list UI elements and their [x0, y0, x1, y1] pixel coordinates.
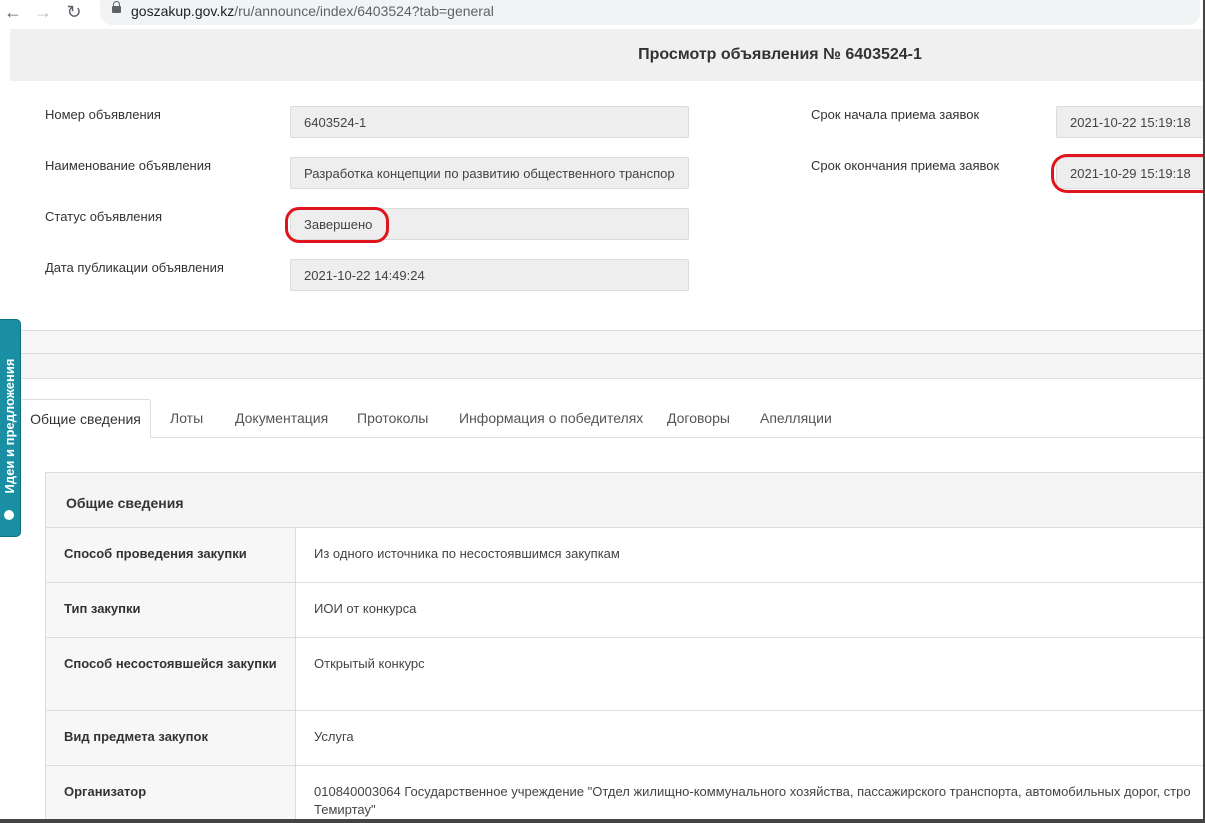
- row-label: Вид предмета закупок: [46, 711, 296, 765]
- announcement-status-field: Завершено: [290, 208, 689, 240]
- tab-contracts[interactable]: Договоры: [667, 410, 730, 426]
- tab-documentation[interactable]: Документация: [235, 410, 328, 426]
- divider: [20, 378, 1205, 379]
- forward-arrow-icon[interactable]: →: [33, 2, 53, 22]
- publication-date-label: Дата публикации объявления: [45, 260, 224, 275]
- row-label: Способ несостоявшейся закупки: [46, 638, 296, 710]
- organizer-line-2: Темиртау": [314, 802, 376, 817]
- table-row: Способ несостоявшейся закупки Открытый к…: [46, 638, 1205, 711]
- table-row: Организатор 010840003064 Государственное…: [46, 766, 1205, 822]
- url-host: goszakup.gov.kz: [131, 3, 235, 19]
- row-value: Открытый конкурс: [314, 656, 425, 671]
- row-value: ИОИ от конкурса: [314, 601, 417, 616]
- row-value: Услуга: [314, 729, 354, 744]
- separator-band: [20, 331, 1205, 355]
- panel-title: Общие сведения: [66, 495, 184, 511]
- announcement-number-label: Номер объявления: [45, 107, 161, 122]
- announcement-number-field: 6403524-1: [290, 106, 689, 138]
- bulb-icon: [4, 510, 14, 520]
- row-label: Организатор: [46, 766, 296, 822]
- tab-protocols[interactable]: Протоколы: [357, 410, 428, 426]
- tabs-underline: [20, 437, 1205, 438]
- panel-header: Общие сведения: [46, 473, 1205, 528]
- application-end-field: 2021-10-29 15:19:18: [1056, 157, 1205, 189]
- tab-appeals[interactable]: Апелляции: [760, 410, 832, 426]
- row-label: Способ проведения закупки: [46, 528, 296, 582]
- lock-icon: [112, 1, 121, 13]
- table-row: Тип закупки ИОИ от конкурса: [46, 583, 1205, 638]
- table-row: Способ проведения закупки Из одного исто…: [46, 528, 1205, 583]
- table-row: Вид предмета закупок Услуга: [46, 711, 1205, 766]
- application-start-label: Срок начала приема заявок: [811, 107, 980, 122]
- url-text[interactable]: goszakup.gov.kz/ru/announce/index/640352…: [131, 3, 494, 19]
- row-value: 010840003064 Государственное учреждение …: [314, 783, 1205, 819]
- publication-date-field: 2021-10-22 14:49:24: [290, 259, 689, 291]
- tab-general[interactable]: Общие сведения: [20, 399, 151, 438]
- page-title: Просмотр объявления № 6403524-1: [638, 46, 922, 63]
- announcement-name-field: Разработка концепции по развитию обществ…: [290, 157, 689, 189]
- ideas-feedback-label: Идеи и предложения: [2, 358, 17, 494]
- organizer-line-1: 010840003064 Государственное учреждение …: [314, 784, 1191, 799]
- general-info-panel: Общие сведения Способ проведения закупки…: [45, 472, 1205, 823]
- tab-lots[interactable]: Лоты: [170, 410, 203, 426]
- application-start-field: 2021-10-22 15:19:18: [1056, 106, 1205, 138]
- back-arrow-icon[interactable]: ←: [3, 2, 23, 22]
- announcement-name-label: Наименование объявления: [45, 158, 212, 173]
- row-label: Тип закупки: [46, 583, 296, 637]
- ideas-feedback-widget[interactable]: Идеи и предложения: [0, 320, 20, 536]
- application-end-label: Срок окончания приема заявок: [811, 158, 1000, 173]
- browser-toolbar: ← → ↻ goszakup.gov.kz/ru/announce/index/…: [0, 0, 1205, 27]
- screenshot-border-bottom: [0, 819, 1205, 823]
- row-value: Из одного источника по несостоявшимся за…: [314, 546, 620, 561]
- url-path: /ru/announce/index/6403524?tab=general: [234, 3, 494, 19]
- tab-winners[interactable]: Информация о победителях: [459, 410, 643, 426]
- page-header: Просмотр объявления № 6403524-1: [10, 29, 1205, 81]
- reload-icon[interactable]: ↻: [64, 2, 84, 22]
- separator-band: [20, 354, 1205, 378]
- announcement-status-label: Статус объявления: [45, 209, 163, 224]
